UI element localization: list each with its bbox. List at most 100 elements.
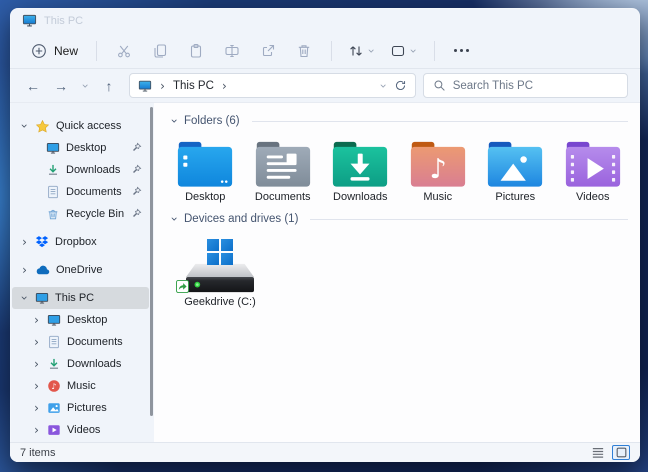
window-title: This PC [44,15,83,27]
monitor-icon [35,291,49,305]
sidebar-item-quick-access[interactable]: › Quick access [10,115,154,137]
sidebar-item-recycle-bin[interactable]: Recycle Bin [10,203,154,225]
chevron-right-icon[interactable]: › [32,337,41,347]
large-icons-view-icon[interactable] [612,445,630,460]
desktop-folder-icon [176,141,234,188]
pin-icon[interactable] [131,142,142,153]
monitor-icon [47,313,61,327]
recent-locations-chevron[interactable]: › [76,74,94,98]
copy-button[interactable] [152,43,168,59]
videos-icon [47,423,61,437]
address-dropdown-chevron[interactable]: › [378,81,388,90]
delete-icon [296,43,312,59]
title-bar[interactable]: This PC [10,8,640,33]
toolbar-separator [96,41,97,61]
onedrive-icon [35,263,50,278]
downloads-folder-icon [331,141,389,188]
folder-tile-videos[interactable]: Videos [558,139,629,203]
up-icon[interactable]: ↑ [96,74,122,98]
breadcrumb-chevron: › [158,81,167,91]
chevron-right-icon[interactable]: › [20,265,29,275]
chevron-right-icon[interactable]: › [32,381,41,391]
folder-tile-downloads[interactable]: Downloads [325,139,396,203]
back-icon[interactable]: ← [20,74,46,98]
chevron-down-icon[interactable]: › [20,122,30,131]
drive-tile-geekdrive[interactable]: Geekdrive (C:) [170,239,270,308]
file-explorer-window: This PC New [10,8,640,462]
delete-button[interactable] [296,43,312,59]
view-button[interactable]: › [390,43,418,59]
sidebar-item-desktop-pinned[interactable]: Desktop [10,137,154,159]
pin-icon[interactable] [131,164,142,175]
folder-tile-documents[interactable]: Documents [248,139,319,203]
new-button[interactable]: New [22,38,87,64]
desktop-background: { "window": { "title": "This PC" }, "too… [0,0,648,472]
pin-icon[interactable] [131,186,142,197]
sidebar-item-documents[interactable]: › Documents [10,331,154,353]
sidebar-item-videos[interactable]: › Videos [10,419,154,441]
sidebar-item-label: Downloads [67,358,121,370]
chevron-right-icon[interactable]: › [32,359,41,369]
sidebar-item-label: Pictures [67,402,107,414]
sidebar-item-pictures[interactable]: › Pictures [10,397,154,419]
plus-circle-icon [31,43,47,59]
sidebar-item-label: Dropbox [55,236,97,248]
chevron-right-icon[interactable]: › [20,237,29,247]
pictures-folder-icon [486,141,544,188]
folder-tiles: Desktop Documents [170,139,628,203]
toolbar-separator [331,41,332,61]
chevron-down-icon[interactable]: › [20,294,30,303]
music-folder-icon: ♪ [409,141,467,188]
sidebar-item-desktop[interactable]: › Desktop [10,309,154,331]
address-bar[interactable]: › This PC › › [129,73,416,98]
shortcut-arrow-badge [176,280,189,293]
rename-icon [224,43,240,59]
chevron-right-icon[interactable]: › [32,425,41,435]
details-view-icon[interactable] [589,445,607,460]
breadcrumb-chevron[interactable]: › [220,81,229,91]
sidebar-item-music[interactable]: › ♪ Music [10,375,154,397]
svg-text:♪: ♪ [51,382,56,391]
search-icon [433,79,446,92]
share-button[interactable] [260,43,276,59]
sort-button[interactable]: › [348,43,376,59]
pin-icon[interactable] [131,208,142,219]
sidebar-scrollbar[interactable] [150,107,153,416]
breadcrumb-location[interactable]: This PC [173,80,214,92]
forward-icon[interactable]: → [48,74,74,98]
music-icon: ♪ [47,379,61,393]
download-icon [47,357,61,371]
document-icon [46,185,60,199]
toolbar-separator [434,41,435,61]
folder-tile-desktop[interactable]: Desktop [170,139,241,203]
content-pane: › Folders (6) Desktop [154,103,640,442]
drive-label: Geekdrive (C:) [184,296,256,308]
paste-button[interactable] [188,43,204,59]
sidebar-item-label: Downloads [66,164,120,176]
chevron-down-icon[interactable]: › [170,215,180,224]
cut-button[interactable] [116,43,132,59]
section-header-devices[interactable]: › Devices and drives (1) [170,209,628,229]
folder-tile-music[interactable]: ♪ Music [403,139,474,203]
chevron-right-icon[interactable]: › [32,403,41,413]
sidebar-item-dropbox[interactable]: › Dropbox [10,231,154,253]
rename-button[interactable] [224,43,240,59]
chevron-down-icon[interactable]: › [170,117,180,126]
more-options-icon[interactable] [454,49,469,52]
sidebar-item-downloads-pinned[interactable]: Downloads [10,159,154,181]
section-header-folders[interactable]: › Folders (6) [170,111,628,131]
sidebar-item-onedrive[interactable]: › OneDrive [10,259,154,281]
search-box[interactable] [423,73,628,98]
sidebar-item-this-pc[interactable]: › This PC [12,287,149,309]
chevron-right-icon[interactable]: › [32,315,41,325]
sidebar-item-documents-pinned[interactable]: Documents [10,181,154,203]
folder-tile-pictures[interactable]: Pictures [480,139,551,203]
recycle-bin-icon [46,207,60,221]
folder-label: Music [423,191,452,203]
items-count: 7 items [20,447,55,459]
search-input[interactable] [453,80,618,92]
hard-drive-icon [186,261,254,295]
monitor-icon [138,79,152,93]
sidebar-item-downloads[interactable]: › Downloads [10,353,154,375]
refresh-icon[interactable] [394,79,407,92]
